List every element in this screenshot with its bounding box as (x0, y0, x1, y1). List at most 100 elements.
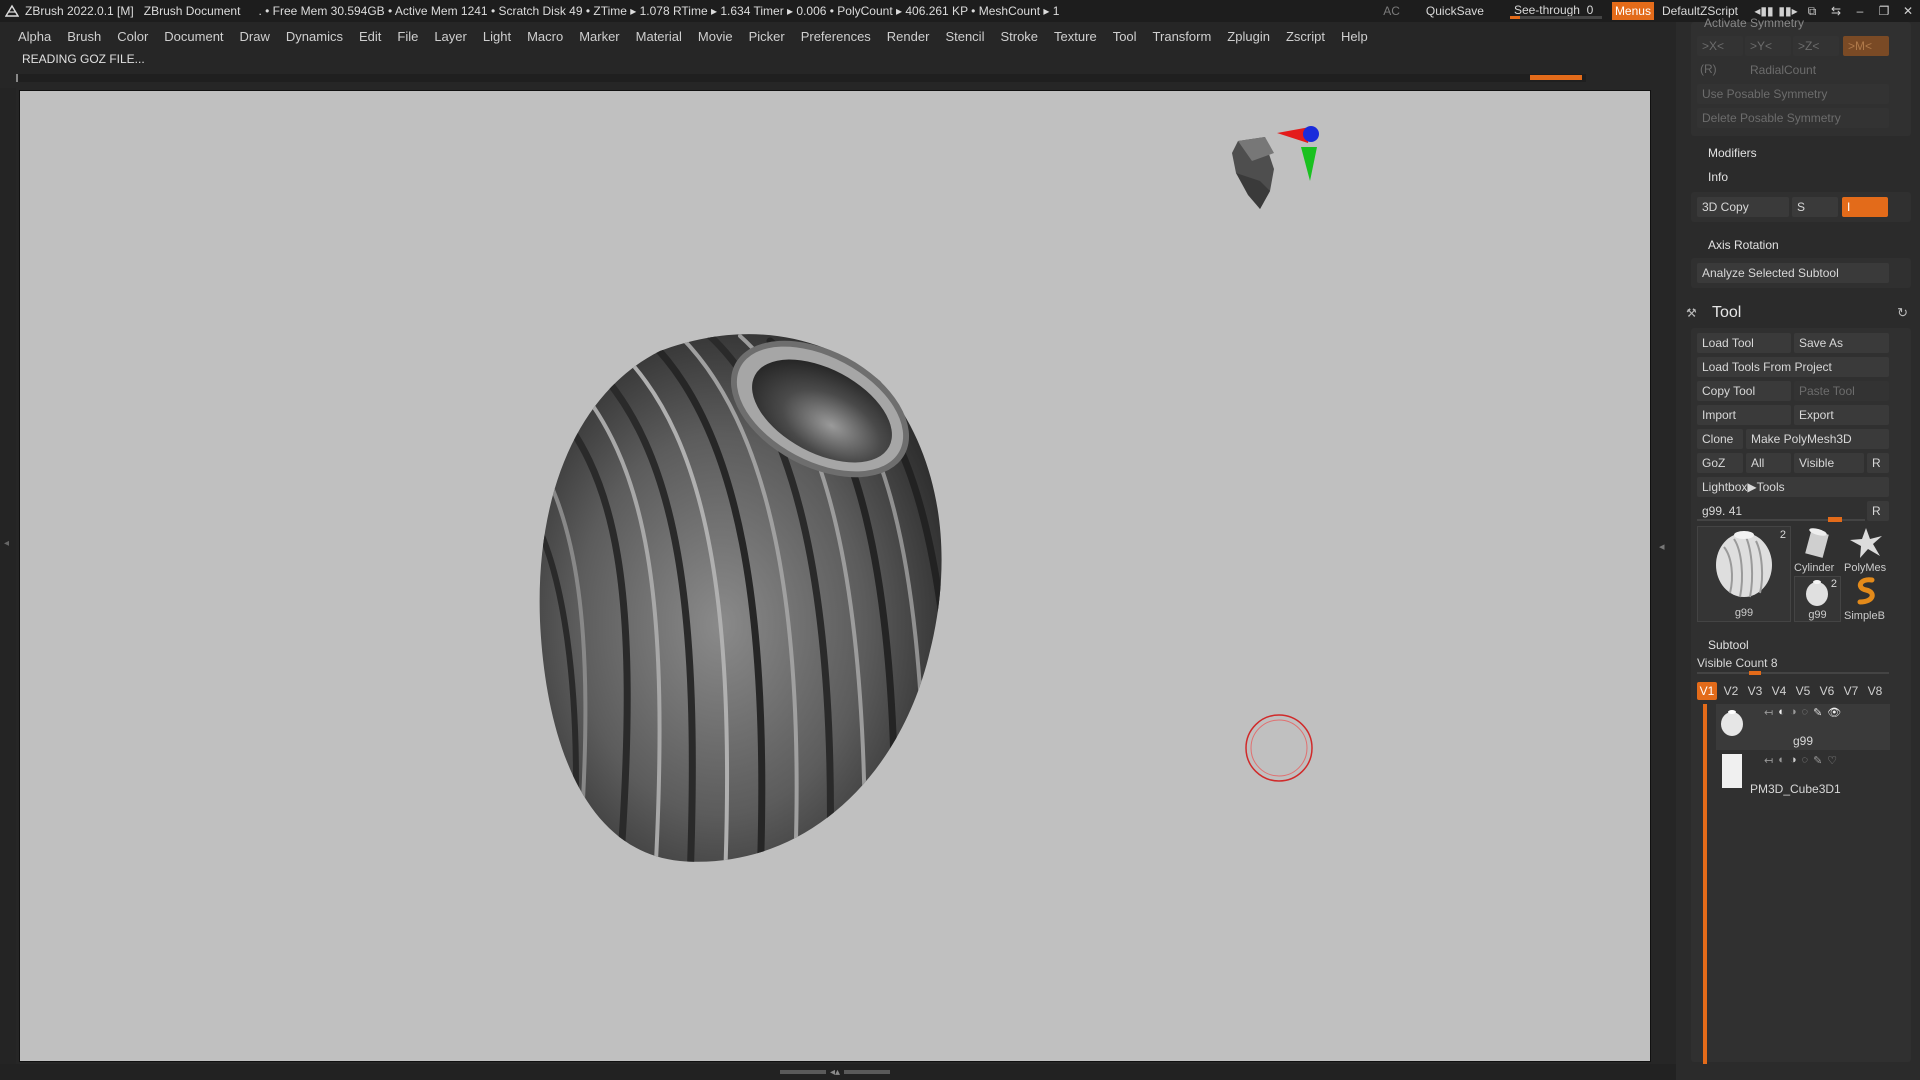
menus-button[interactable]: Menus (1611, 2, 1654, 20)
paste-tool-button[interactable]: Paste Tool (1794, 381, 1889, 401)
load-tools-from-project-button[interactable]: Load Tools From Project (1697, 357, 1889, 377)
lightbox-tools-button[interactable]: Lightbox▶Tools (1697, 477, 1889, 497)
menu-file[interactable]: File (397, 29, 418, 44)
menu-zscript[interactable]: Zscript (1286, 29, 1325, 44)
ac-button[interactable]: AC (1383, 4, 1400, 18)
menu-help[interactable]: Help (1341, 29, 1368, 44)
menu-color[interactable]: Color (117, 29, 148, 44)
tool-thumb-cylinder[interactable]: Cylinder (1794, 526, 1841, 574)
tray-toggle-icon[interactable]: ◂▴ (830, 1067, 840, 1078)
subtool-visibility-icon[interactable]: ♡ (1827, 754, 1837, 767)
bottom-tray[interactable]: ◂▴ (0, 1064, 1676, 1080)
menu-light[interactable]: Light (483, 29, 511, 44)
subtool-transparency-icon[interactable]: ◌ (1802, 754, 1809, 767)
visibility-set-v4[interactable]: V4 (1769, 682, 1789, 700)
goz-button[interactable]: GoZ (1697, 453, 1743, 473)
subtool-scrollbar[interactable] (1703, 704, 1707, 1064)
analyze-selected-subtool-button[interactable]: Analyze Selected Subtool (1697, 263, 1889, 283)
radial-count-slider[interactable]: RadialCount (1745, 60, 1889, 80)
subtool-transparency-icon[interactable]: ◌ (1802, 706, 1809, 719)
quicksave-button[interactable]: QuickSave (1426, 4, 1484, 18)
collapse-right-tray-icon[interactable]: ◂ (1659, 540, 1665, 553)
tool-slider-knob[interactable] (1828, 517, 1842, 522)
menu-alpha[interactable]: Alpha (18, 29, 51, 44)
subtool-brush-icon[interactable]: ✎ (1813, 706, 1822, 719)
subtool-visibility-icon[interactable]: 👁 (1827, 706, 1841, 719)
copy-i-button[interactable]: I (1842, 197, 1888, 217)
menu-edit[interactable]: Edit (359, 29, 381, 44)
sym-x-button[interactable]: >X< (1697, 36, 1743, 56)
visibility-set-v1[interactable]: V1 (1697, 682, 1717, 700)
subtool-solo-icon[interactable]: ◐ (1778, 706, 1785, 719)
tool-thumb-g99-small[interactable]: 2 g99 (1794, 576, 1841, 622)
tool-thumb-g99[interactable]: 2 g99 (1697, 526, 1791, 622)
right-tray-gutter[interactable]: ◂ (1654, 88, 1676, 1064)
goz-r-button[interactable]: R (1867, 453, 1889, 473)
subtool-polygroup-icon[interactable]: ◑ (1790, 754, 1797, 767)
visibility-set-v2[interactable]: V2 (1721, 682, 1741, 700)
use-posable-symmetry-button[interactable]: Use Posable Symmetry (1697, 84, 1889, 104)
subtool-row[interactable]: ↤ ◐ ◑ ◌ ✎ ♡ PM3D_Cube3D1 (1716, 752, 1890, 798)
tool-thumb-simpleb[interactable]: SimpleB (1842, 576, 1890, 622)
menu-brush[interactable]: Brush (67, 29, 101, 44)
delete-posable-symmetry-button[interactable]: Delete Posable Symmetry (1697, 108, 1889, 128)
visibility-set-v6[interactable]: V6 (1817, 682, 1837, 700)
menu-zplugin[interactable]: Zplugin (1227, 29, 1270, 44)
visibility-set-v5[interactable]: V5 (1793, 682, 1813, 700)
subtool-brush-icon[interactable]: ✎ (1813, 754, 1822, 767)
visibility-set-v3[interactable]: V3 (1745, 682, 1765, 700)
subtool-arrow-icon[interactable]: ↤ (1764, 754, 1773, 767)
sym-m-button[interactable]: >M< (1843, 36, 1889, 56)
menu-picker[interactable]: Picker (749, 29, 785, 44)
export-button[interactable]: Export (1794, 405, 1889, 425)
visibility-set-v7[interactable]: V7 (1841, 682, 1861, 700)
menu-draw[interactable]: Draw (240, 29, 270, 44)
import-button[interactable]: Import (1697, 405, 1791, 425)
menu-texture[interactable]: Texture (1054, 29, 1097, 44)
minimize-icon[interactable]: – (1848, 4, 1872, 18)
goz-visible-button[interactable]: Visible (1794, 453, 1864, 473)
expand-left-tray-icon[interactable]: ◂ (4, 538, 9, 549)
copy-tool-button[interactable]: Copy Tool (1697, 381, 1791, 401)
info-header[interactable]: Info (1708, 170, 1728, 184)
navigation-gizmo[interactable] (1232, 126, 1319, 209)
menu-transform[interactable]: Transform (1153, 29, 1212, 44)
save-as-button[interactable]: Save As (1794, 333, 1889, 353)
see-through-slider[interactable]: See-through 0 (1509, 3, 1602, 19)
subtool-arrow-icon[interactable]: ↤ (1764, 706, 1773, 719)
close-icon[interactable]: ✕ (1896, 4, 1920, 18)
menu-document[interactable]: Document (164, 29, 223, 44)
menu-movie[interactable]: Movie (698, 29, 733, 44)
clone-button[interactable]: Clone (1697, 429, 1743, 449)
goz-all-button[interactable]: All (1746, 453, 1791, 473)
left-tray-gutter[interactable]: ◂ (0, 88, 16, 1064)
subtool-solo-icon[interactable]: ◐ (1778, 754, 1785, 767)
window-swap-icon[interactable]: ⇆ (1824, 4, 1848, 18)
subtool-polygroup-icon[interactable]: ◑ (1790, 706, 1797, 719)
make-polymesh3d-button[interactable]: Make PolyMesh3D (1746, 429, 1889, 449)
menu-tool[interactable]: Tool (1113, 29, 1137, 44)
document-canvas[interactable] (19, 90, 1651, 1062)
menu-render[interactable]: Render (887, 29, 930, 44)
visibility-set-v8[interactable]: V8 (1865, 682, 1885, 700)
tool-palette-header[interactable]: ⚒ Tool ↻ (1676, 300, 1920, 326)
modifiers-header[interactable]: Modifiers (1708, 146, 1757, 160)
sym-z-button[interactable]: >Z< (1793, 36, 1839, 56)
bottom-tray-handle[interactable]: ◂▴ (770, 1067, 900, 1078)
vase-mesh[interactable] (520, 313, 980, 881)
visible-count-slider[interactable]: Visible Count 8 (1697, 656, 1889, 675)
menu-layer[interactable]: Layer (434, 29, 467, 44)
menu-dynamics[interactable]: Dynamics (286, 29, 343, 44)
subtool-row[interactable]: ↤ ◐ ◑ ◌ ✎ 👁 g99 (1716, 704, 1890, 750)
tool-r-button[interactable]: R (1867, 501, 1889, 521)
subtool-header[interactable]: Subtool (1708, 638, 1749, 652)
axis-rotation-header[interactable]: Axis Rotation (1708, 238, 1779, 252)
menu-marker[interactable]: Marker (579, 29, 619, 44)
restore-icon[interactable]: ❐ (1872, 4, 1896, 18)
sym-y-button[interactable]: >Y< (1745, 36, 1791, 56)
tool-thumb-polymesh[interactable]: PolyMes (1842, 526, 1890, 574)
menu-preferences[interactable]: Preferences (801, 29, 871, 44)
3d-copy-button[interactable]: 3D Copy (1697, 197, 1789, 217)
menu-stroke[interactable]: Stroke (1000, 29, 1038, 44)
menu-material[interactable]: Material (636, 29, 682, 44)
